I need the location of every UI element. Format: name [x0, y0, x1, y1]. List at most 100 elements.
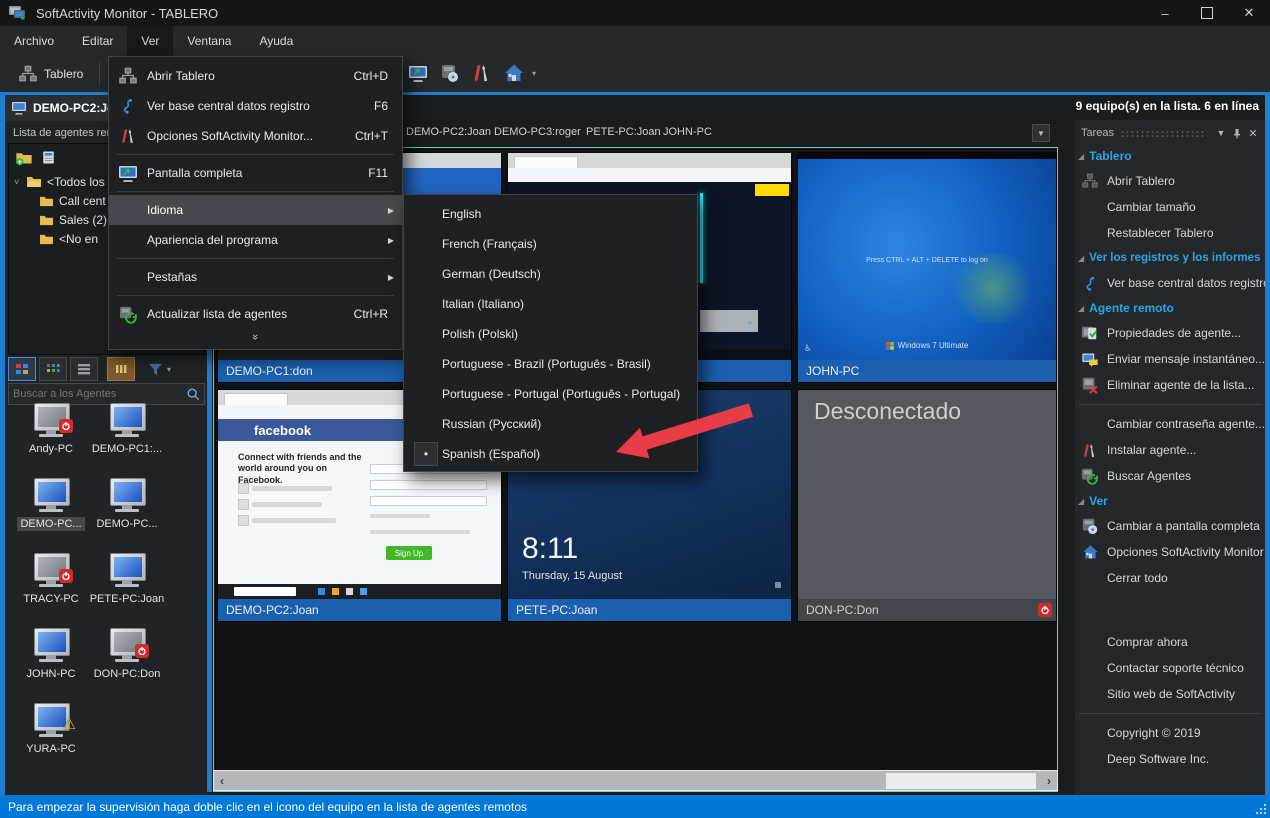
- lang-polish[interactable]: Polish (Polski): [404, 319, 697, 349]
- menu-item-idioma[interactable]: Idioma▶: [109, 195, 402, 225]
- lang-french[interactable]: French (Français): [404, 229, 697, 259]
- thumbnail-don-pc[interactable]: Desconectado DON-PC:Don: [797, 389, 1057, 622]
- task-cambiar-contrasena[interactable]: Cambiar contraseña agente......: [1075, 411, 1265, 437]
- task-buscar-agentes[interactable]: Buscar Agentes: [1075, 463, 1265, 489]
- agent-demo-pc3[interactable]: DEMO-PC...: [81, 478, 173, 531]
- tab-john-pc[interactable]: JOHN-PC: [663, 126, 712, 138]
- menu-archivo[interactable]: Archivo: [0, 26, 68, 56]
- fullscreen-toolbar-button[interactable]: [402, 58, 434, 88]
- tree-root-label: <Todos los: [47, 175, 105, 189]
- task-restablecer-tablero[interactable]: Restablecer Tablero: [1075, 220, 1265, 246]
- view-small-icons-button[interactable]: [39, 357, 67, 381]
- edit-list-icon[interactable]: [41, 149, 56, 166]
- agent-name: PETE-PC:Joan: [87, 592, 168, 606]
- lang-german[interactable]: German (Deutsch): [404, 259, 697, 289]
- home-icon: [1079, 544, 1101, 560]
- task-eliminar-agente[interactable]: Eliminar agente de la lista...: [1075, 372, 1265, 398]
- scroll-right-icon[interactable]: ›: [1041, 774, 1057, 788]
- ver-dropdown-menu: Abrir TableroCtrl+D Ver base central dat…: [108, 56, 403, 350]
- tree-expand-icon[interactable]: ˅: [14, 177, 26, 187]
- task-propiedades[interactable]: Propiedades de agente...: [1075, 320, 1265, 346]
- fullscreen-switch-icon: [1079, 517, 1101, 535]
- filter-icon[interactable]: [148, 363, 163, 376]
- menu-item-opciones[interactable]: Opciones SoftActivity Monitor...Ctrl+T: [109, 121, 402, 151]
- menu-ayuda[interactable]: Ayuda: [245, 26, 307, 56]
- task-instalar-agente[interactable]: Instalar agente...: [1075, 437, 1265, 463]
- maximize-icon: [1201, 7, 1213, 19]
- menu-item-ver-base[interactable]: Ver base central datos registroF6: [109, 91, 402, 121]
- status-bar: Para empezar la supervisión haga doble c…: [0, 795, 1270, 818]
- section-registros[interactable]: ◢Ver los registros y los informes: [1075, 246, 1265, 270]
- agent-search-input[interactable]: [9, 388, 186, 400]
- section-agente-remoto[interactable]: ◢Agente remoto: [1075, 296, 1265, 320]
- scrollbar-thumb[interactable]: [886, 773, 1036, 789]
- task-cambiar-tamano[interactable]: Cambiar tamaño: [1075, 194, 1265, 220]
- view-mode-toolbar: ▾: [8, 357, 171, 381]
- close-button[interactable]: ✕: [1228, 0, 1270, 26]
- thumbnail-label: DON-PC:Don: [798, 599, 1056, 621]
- menu-item-apariencia[interactable]: Apariencia del programa▶: [109, 225, 402, 255]
- thumbnail-john-pc[interactable]: Press CTRL + ALT + DELETE to log on Wind…: [797, 152, 1057, 383]
- lang-english[interactable]: English: [404, 199, 697, 229]
- tab-demo-pc3[interactable]: DEMO-PC3:roger: [494, 126, 581, 138]
- tab-list-dropdown[interactable]: ▼: [1032, 124, 1050, 142]
- home-toolbar-button[interactable]: [498, 58, 530, 88]
- menu-item-pantalla-completa[interactable]: Pantalla completaF11: [109, 158, 402, 188]
- task-pantalla-completa[interactable]: Cambiar a pantalla completa: [1075, 513, 1265, 539]
- monitor-cd-toolbar-button[interactable]: [434, 58, 466, 88]
- app-root: SoftActivity Monitor - TABLERO – ✕ Archi…: [0, 0, 1270, 818]
- menu-more-icon[interactable]: »: [109, 329, 402, 345]
- task-cerrar-todo[interactable]: Cerrar todo: [1075, 565, 1265, 591]
- view-large-icons-button[interactable]: [8, 357, 36, 381]
- power-off-badge-icon: [59, 569, 73, 583]
- history-view-button[interactable]: [107, 357, 135, 381]
- view-list-button[interactable]: [70, 357, 98, 381]
- link-sitio-web[interactable]: Sitio web de SoftActivity: [1075, 681, 1265, 707]
- task-opciones[interactable]: Opciones SoftActivity Monitor: [1075, 539, 1265, 565]
- panel-drag-grip[interactable]: [1120, 130, 1207, 137]
- menu-item-actualizar-lista[interactable]: Actualizar lista de agentesCtrl+R: [109, 299, 402, 329]
- task-abrir-tablero[interactable]: Abrir Tablero: [1075, 168, 1265, 194]
- lang-portuguese-brazil[interactable]: Portuguese - Brazil (Português - Brasil): [404, 349, 697, 379]
- menu-item-abrir-tablero[interactable]: Abrir TableroCtrl+D: [109, 61, 402, 91]
- agent-demo-pc1[interactable]: DEMO-PC1:...: [81, 403, 173, 456]
- panel-menu-icon[interactable]: ▼: [1213, 128, 1229, 138]
- menu-separator: [117, 191, 394, 192]
- link-contactar-soporte[interactable]: Contactar soporte técnico: [1075, 655, 1265, 681]
- red-arrow-annotation: [606, 400, 756, 464]
- toolbar-overflow-button[interactable]: ▾: [532, 69, 536, 78]
- menu-ver[interactable]: Ver: [127, 26, 173, 56]
- agent-yura-pc[interactable]: ⚠ YURA-PC: [5, 703, 97, 756]
- tab-demo-pc2[interactable]: DEMO-PC2:Joan: [406, 126, 491, 138]
- section-tablero[interactable]: ◢Tablero: [1075, 144, 1265, 168]
- menu-separator: [117, 154, 394, 155]
- collapse-icon: ◢: [1078, 304, 1084, 313]
- link-comprar-ahora[interactable]: Comprar ahora: [1075, 629, 1265, 655]
- agent-don-pc[interactable]: DON-PC:Don: [81, 628, 173, 681]
- tasks-panel-title: Tareas: [1081, 127, 1114, 139]
- pin-icon[interactable]: [1229, 128, 1245, 139]
- search-icon[interactable]: [186, 387, 200, 401]
- tablero-button[interactable]: Tablero: [10, 59, 91, 89]
- tab-pete-pc[interactable]: PETE-PC:Joan: [586, 126, 661, 138]
- resize-grip-icon[interactable]: [1255, 803, 1267, 815]
- section-ver[interactable]: ◢Ver: [1075, 489, 1265, 513]
- menu-ventana[interactable]: Ventana: [173, 26, 245, 56]
- agent-pete-pc[interactable]: PETE-PC:Joan: [81, 553, 173, 606]
- menu-editar[interactable]: Editar: [68, 26, 127, 56]
- maximize-button[interactable]: [1186, 0, 1228, 26]
- add-group-icon[interactable]: [15, 149, 33, 166]
- tools-toolbar-button[interactable]: [466, 58, 498, 88]
- task-ver-base-central[interactable]: Ver base central datos registro...: [1075, 270, 1265, 296]
- lang-italian[interactable]: Italian (Italiano): [404, 289, 697, 319]
- task-enviar-mensaje[interactable]: Enviar mensaje instantáneo...: [1075, 346, 1265, 372]
- horizontal-scrollbar[interactable]: ‹ ›: [213, 770, 1058, 791]
- filter-dropdown-icon[interactable]: ▾: [167, 365, 171, 374]
- minimize-button[interactable]: –: [1144, 0, 1186, 26]
- power-off-badge-icon: [59, 419, 73, 433]
- menu-item-pestanas[interactable]: Pestañas▶: [109, 262, 402, 292]
- tree-item-label: <No en: [59, 232, 98, 246]
- panel-close-icon[interactable]: ✕: [1245, 127, 1261, 140]
- facebook-tagline: Connect with friends and the world aroun…: [238, 452, 363, 486]
- scroll-left-icon[interactable]: ‹: [214, 774, 230, 788]
